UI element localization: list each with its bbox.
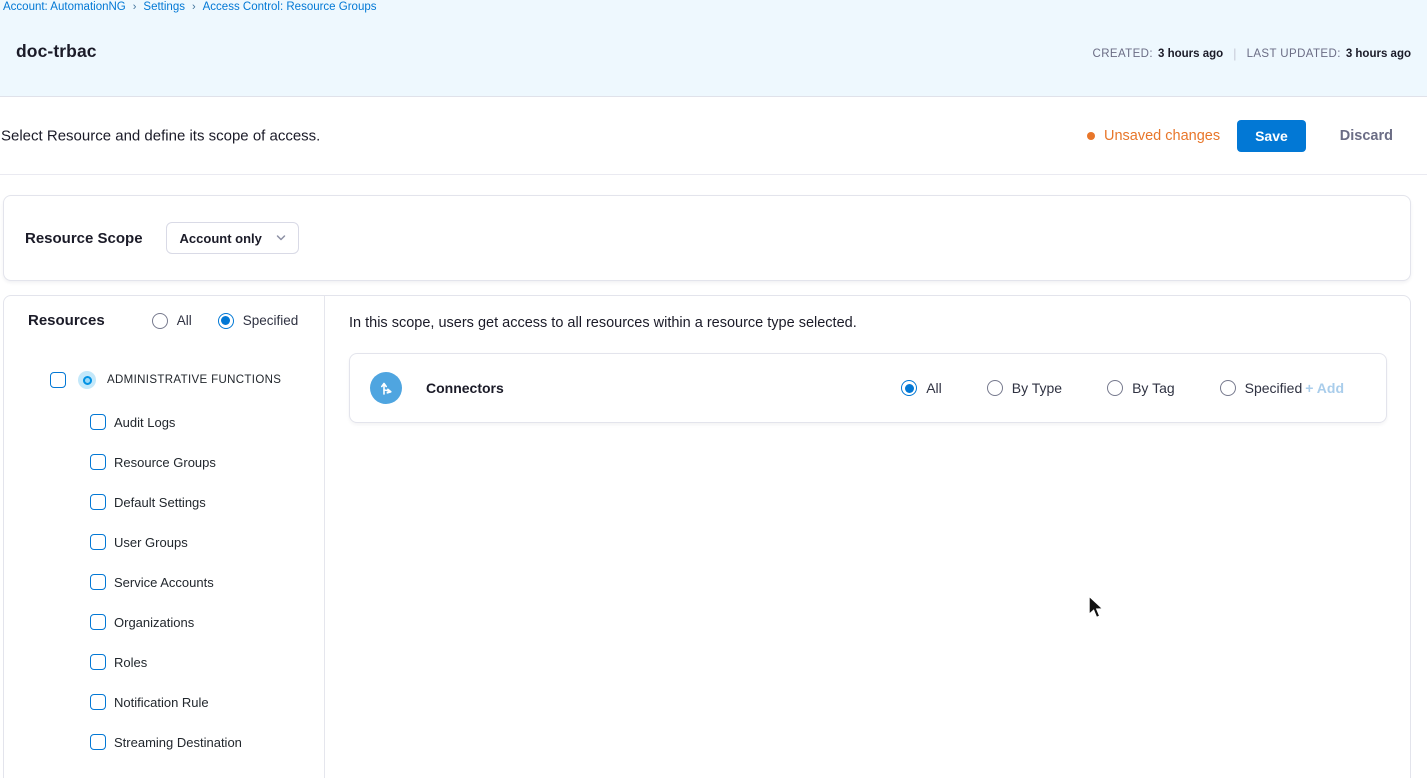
page: Account: AutomationNG › Settings › Access Co… <box>0 0 1427 778</box>
resource-item-streaming-destination[interactable]: Streaming Destination <box>90 722 314 762</box>
connectors-radio-by-type[interactable]: By Type <box>987 380 1062 396</box>
resource-item-label: Streaming Destination <box>114 735 242 750</box>
resources-mode-radio-all[interactable]: All <box>152 313 192 329</box>
resource-item-label: Resource Groups <box>114 455 216 470</box>
page-header: Account: AutomationNG › Settings › Access Co… <box>0 0 1427 97</box>
scope-description: In this scope, users get access to all r… <box>349 315 857 331</box>
radio-icon <box>152 313 168 329</box>
administrative-functions-icon <box>78 371 96 389</box>
resource-item-notification-rule[interactable]: Notification Rule <box>90 682 314 722</box>
connectors-icon <box>370 372 402 404</box>
connectors-row: Connectors All By Type By Tag Specified + A… <box>349 353 1387 423</box>
breadcrumb-separator: › <box>133 1 137 13</box>
page-title: doc-trbac <box>16 41 97 62</box>
checkbox[interactable] <box>90 694 106 710</box>
breadcrumb-link-settings[interactable]: Settings <box>143 1 185 13</box>
resource-item-user-groups[interactable]: User Groups <box>90 522 314 562</box>
connectors-label: Connectors <box>426 380 504 396</box>
breadcrumb-link-access-control-resource-groups[interactable]: Access Control: Resource Groups <box>203 1 377 13</box>
connectors-radio-by-tag[interactable]: By Tag <box>1107 380 1175 396</box>
meta-divider: | <box>1233 46 1236 61</box>
action-toolbar: Select Resource and define its scope of … <box>0 98 1427 175</box>
group-checkbox[interactable] <box>50 372 66 388</box>
checkbox[interactable] <box>90 494 106 510</box>
branch-arrow-icon <box>377 379 395 397</box>
resource-item-roles[interactable]: Roles <box>90 642 314 682</box>
group-label: ADMINISTRATIVE FUNCTIONS <box>107 374 281 386</box>
connectors-radio-specified[interactable]: Specified <box>1220 380 1303 396</box>
breadcrumb-link-account-automationng[interactable]: Account: AutomationNG <box>3 1 126 13</box>
last-updated-label: LAST UPDATED: <box>1247 48 1341 60</box>
created-label: CREATED: <box>1092 48 1153 60</box>
toolbar-actions: Unsaved changes Save Discard <box>1087 120 1411 152</box>
resource-item-label: Notification Rule <box>114 695 209 710</box>
resource-scope-label: Resource Scope <box>25 230 143 247</box>
resource-scope-select[interactable]: Account only <box>166 222 299 254</box>
resource-item-label: Roles <box>114 655 147 670</box>
discard-button[interactable]: Discard <box>1322 120 1411 152</box>
resource-item-resource-groups[interactable]: Resource Groups <box>90 442 314 482</box>
unsaved-changes-label: Unsaved changes <box>1104 128 1220 144</box>
resource-group-administrative-functions[interactable]: ADMINISTRATIVE FUNCTIONS <box>50 371 281 389</box>
radio-icon <box>218 313 234 329</box>
connectors-radio-all[interactable]: All <box>901 380 942 396</box>
resource-item-default-settings[interactable]: Default Settings <box>90 482 314 522</box>
resource-type-list: Audit Logs Resource Groups Default Setting… <box>90 402 314 762</box>
resources-header: Resources All Specified <box>28 312 298 329</box>
checkbox[interactable] <box>90 734 106 750</box>
unsaved-changes-badge: Unsaved changes <box>1087 128 1220 144</box>
toolbar-description: Select Resource and define its scope of … <box>1 128 320 145</box>
resource-item-label: Service Accounts <box>114 575 214 590</box>
radio-label: All <box>177 313 192 328</box>
unsaved-dot-icon <box>1087 132 1095 140</box>
gear-dot-icon <box>83 376 92 385</box>
last-updated-value: 3 hours ago <box>1346 48 1411 60</box>
resource-item-audit-logs[interactable]: Audit Logs <box>90 402 314 442</box>
radio-icon <box>1107 380 1123 396</box>
resource-item-service-accounts[interactable]: Service Accounts <box>90 562 314 602</box>
chevron-down-icon <box>276 233 286 243</box>
created-value: 3 hours ago <box>1158 48 1223 60</box>
checkbox[interactable] <box>90 614 106 630</box>
resource-item-organizations[interactable]: Organizations <box>90 602 314 642</box>
resources-card: Resources All Specified ADMINISTRATIVE FU… <box>3 295 1411 778</box>
radio-label: Specified <box>1245 380 1303 396</box>
checkbox[interactable] <box>90 654 106 670</box>
connectors-radio-group: All By Type By Tag Specified <box>901 380 1302 396</box>
radio-label: Specified <box>243 313 299 328</box>
resources-left-column: Resources All Specified ADMINISTRATIVE FU… <box>4 296 325 778</box>
breadcrumb: Account: AutomationNG › Settings › Access Co… <box>3 1 377 13</box>
checkbox[interactable] <box>90 454 106 470</box>
checkbox[interactable] <box>90 534 106 550</box>
radio-icon <box>901 380 917 396</box>
checkbox[interactable] <box>90 574 106 590</box>
resource-item-label: Organizations <box>114 615 194 630</box>
resource-scope-selected-value: Account only <box>180 231 262 246</box>
checkbox[interactable] <box>90 414 106 430</box>
timestamps: CREATED: 3 hours ago | LAST UPDATED: 3 h… <box>1092 46 1411 61</box>
resources-title: Resources <box>28 312 105 329</box>
radio-label: By Type <box>1012 380 1062 396</box>
save-button[interactable]: Save <box>1237 120 1306 152</box>
radio-label: All <box>926 380 942 396</box>
resource-item-label: Default Settings <box>114 495 206 510</box>
resource-item-label: Audit Logs <box>114 415 175 430</box>
resource-item-label: User Groups <box>114 535 188 550</box>
radio-icon <box>987 380 1003 396</box>
radio-label: By Tag <box>1132 380 1175 396</box>
resources-mode-radio-group: All Specified <box>152 313 299 329</box>
resources-mode-radio-specified[interactable]: Specified <box>218 313 299 329</box>
radio-icon <box>1220 380 1236 396</box>
breadcrumb-separator: › <box>192 1 196 13</box>
resource-scope-card: Resource Scope Account only <box>3 195 1411 281</box>
add-button[interactable]: + Add <box>1305 380 1344 396</box>
